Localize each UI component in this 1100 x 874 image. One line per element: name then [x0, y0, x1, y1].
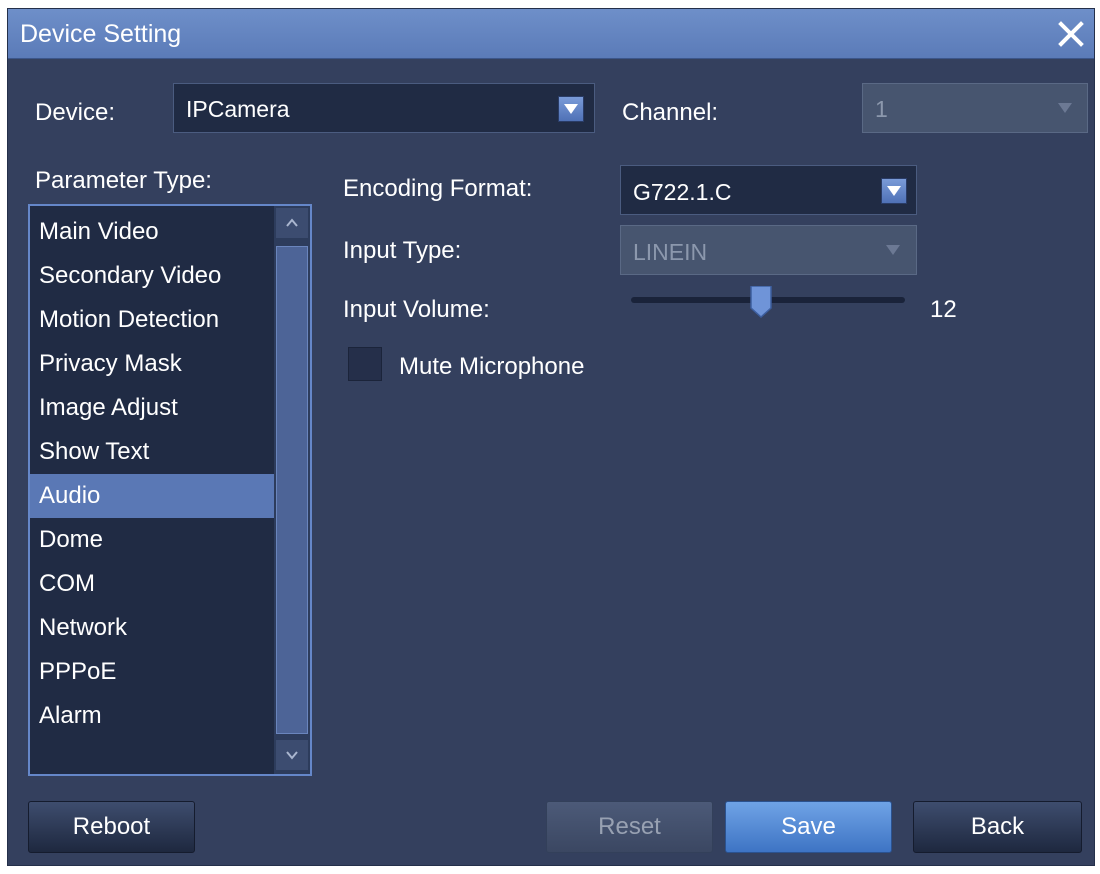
- slider-thumb-icon: [750, 285, 772, 319]
- list-scrollbar[interactable]: [274, 206, 310, 774]
- input-volume-label: Input Volume:: [343, 296, 490, 323]
- list-item-show-text[interactable]: Show Text: [30, 430, 274, 474]
- chevron-down-icon: [887, 186, 901, 196]
- list-item-pppoe[interactable]: PPPoE: [30, 650, 274, 694]
- channel-label: Channel:: [622, 99, 719, 126]
- chevron-down-icon: [1058, 103, 1072, 113]
- parameter-type-label: Parameter Type:: [35, 167, 212, 194]
- channel-select: 1: [862, 83, 1088, 133]
- input-type-value: LINEIN: [633, 239, 708, 265]
- mute-microphone-checkbox[interactable]: [348, 347, 382, 381]
- device-select[interactable]: IPCamera: [173, 83, 595, 133]
- chevron-down-icon: [886, 245, 900, 255]
- input-type-select: LINEIN: [620, 225, 917, 275]
- input-volume-slider-handle[interactable]: [749, 285, 773, 319]
- title-bar[interactable]: Device Setting: [8, 9, 1094, 59]
- encoding-format-dropdown-button[interactable]: [881, 178, 907, 204]
- input-type-label: Input Type:: [343, 237, 462, 264]
- list-item-alarm[interactable]: Alarm: [30, 694, 274, 738]
- chevron-down-icon: [286, 751, 298, 760]
- device-label: Device:: [35, 99, 116, 126]
- list-item-audio[interactable]: Audio: [30, 474, 274, 518]
- close-icon: [1058, 21, 1084, 47]
- close-button[interactable]: [1056, 19, 1086, 49]
- reset-button: Reset: [546, 801, 713, 853]
- list-item-network[interactable]: Network: [30, 606, 274, 650]
- back-button[interactable]: Back: [913, 801, 1082, 853]
- encoding-format-select[interactable]: G722.1.C: [620, 165, 917, 215]
- list-item-com[interactable]: COM: [30, 562, 274, 606]
- list-item-motion-detection[interactable]: Motion Detection: [30, 298, 274, 342]
- device-value: IPCamera: [186, 96, 290, 122]
- scroll-up-button[interactable]: [276, 208, 308, 238]
- list-item-dome[interactable]: Dome: [30, 518, 274, 562]
- scroll-down-button[interactable]: [276, 740, 308, 770]
- reboot-button[interactable]: Reboot: [28, 801, 195, 853]
- channel-dropdown-button: [1053, 96, 1079, 122]
- mute-microphone-label[interactable]: Mute Microphone: [399, 353, 584, 381]
- encoding-format-label: Encoding Format:: [343, 175, 533, 202]
- list-item-secondary-video[interactable]: Secondary Video: [30, 254, 274, 298]
- dialog-title: Device Setting: [20, 20, 182, 48]
- parameter-type-list[interactable]: Main Video Secondary Video Motion Detect…: [28, 204, 312, 776]
- list-item-image-adjust[interactable]: Image Adjust: [30, 386, 274, 430]
- channel-value: 1: [875, 96, 888, 122]
- chevron-up-icon: [286, 218, 298, 227]
- list-item-main-video[interactable]: Main Video: [30, 210, 274, 254]
- input-volume-value: 12: [930, 296, 957, 323]
- device-dropdown-button[interactable]: [558, 96, 584, 122]
- device-setting-dialog: Device Setting Device: IPCamera Channel:…: [7, 8, 1095, 866]
- input-type-dropdown-button: [881, 238, 907, 264]
- save-button[interactable]: Save: [725, 801, 892, 853]
- list-item-privacy-mask[interactable]: Privacy Mask: [30, 342, 274, 386]
- chevron-down-icon: [564, 104, 578, 114]
- encoding-format-value: G722.1.C: [633, 179, 732, 205]
- scroll-thumb[interactable]: [276, 246, 308, 734]
